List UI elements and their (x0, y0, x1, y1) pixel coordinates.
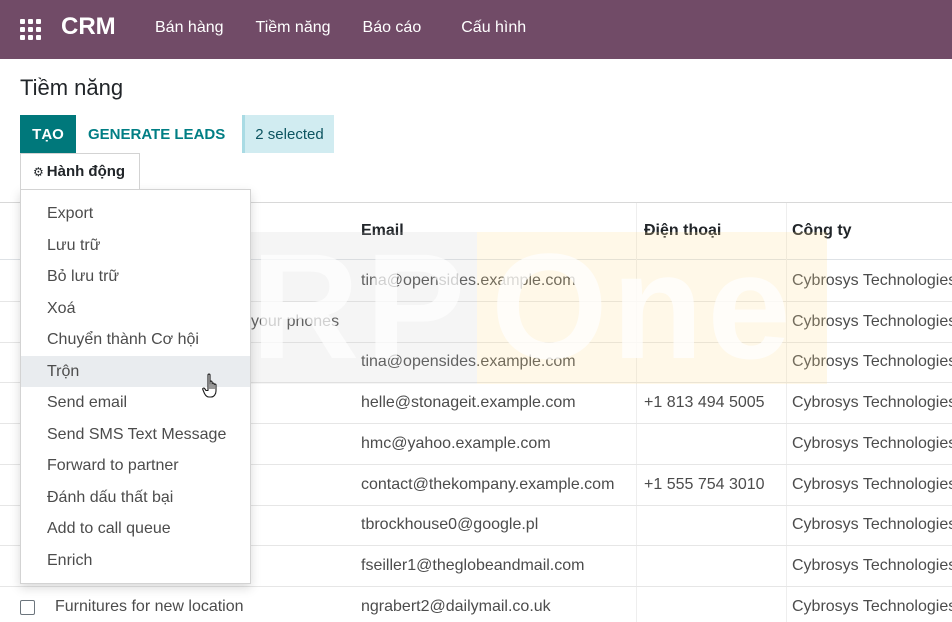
row-name: Furnitures for new location (55, 598, 244, 615)
action-dropdown-toggle[interactable]: ⚙ Hành động (20, 153, 140, 189)
row-email: ngrabert2@dailymail.co.uk (361, 598, 551, 615)
app-brand[interactable]: CRM (61, 13, 116, 41)
column-header-phone[interactable]: Điện thoại (644, 222, 721, 240)
action-label: Hành động (46, 163, 126, 180)
row-email: fseiller1@theglobeandmail.com (361, 557, 585, 574)
row-email: contact@thekompany.example.com (361, 476, 615, 493)
top-navbar: CRM Bán hàng Tiềm năng Báo cáo Cấu hình (0, 0, 952, 59)
menu-item-archive[interactable]: Lưu trữ (21, 230, 250, 262)
menu-item-send-email[interactable]: Send email (21, 387, 250, 419)
row-phone: +1 555 754 3010 (644, 476, 765, 493)
row-company: Cybrosys Technologies (792, 557, 952, 574)
nav-item-leads[interactable]: Tiềm năng (256, 19, 331, 37)
row-checkbox[interactable] (20, 600, 35, 615)
row-email: tina@opensides.example.com (361, 353, 576, 370)
row-company: Cybrosys Technologies (792, 313, 952, 330)
row-company: Cybrosys Technologies (792, 272, 952, 289)
menu-item-mark-as-lost[interactable]: Đánh dấu thất bại (21, 482, 250, 514)
apps-grid-icon[interactable] (20, 19, 41, 40)
menu-item-unarchive[interactable]: Bỏ lưu trữ (21, 261, 250, 293)
nav-item-sales[interactable]: Bán hàng (155, 19, 224, 37)
column-header-email[interactable]: Email (361, 222, 404, 240)
row-email: helle@stonageit.example.com (361, 394, 576, 411)
row-company: Cybrosys Technologies (792, 516, 952, 533)
row-company: Cybrosys Technologies (792, 353, 952, 370)
column-header-company[interactable]: Công ty (792, 222, 852, 240)
menu-item-add-to-call-queue[interactable]: Add to call queue (21, 513, 250, 545)
create-button[interactable]: TẠO (20, 115, 76, 153)
table-row[interactable]: Furnitures for new location ngrabert2@da… (0, 587, 952, 622)
nav-item-reports[interactable]: Báo cáo (363, 19, 422, 37)
row-company: Cybrosys Technologies (792, 476, 952, 493)
gear-icon: ⚙ (33, 164, 44, 179)
row-phone: +1 813 494 5005 (644, 394, 765, 411)
menu-item-enrich[interactable]: Enrich (21, 545, 250, 577)
row-company: Cybrosys Technologies (792, 598, 952, 615)
nav-item-configuration[interactable]: Cấu hình (461, 19, 526, 37)
menu-item-export[interactable]: Export (21, 198, 250, 230)
generate-leads-button[interactable]: GENERATE LEADS (88, 115, 225, 153)
menu-item-send-sms[interactable]: Send SMS Text Message (21, 419, 250, 451)
action-dropdown-menu: Export Lưu trữ Bỏ lưu trữ Xoá Chuyển thà… (20, 189, 251, 584)
page-title: Tiềm năng (20, 75, 124, 100)
row-company: Cybrosys Technologies (792, 394, 952, 411)
row-email: tbrockhouse0@google.pl (361, 516, 539, 533)
row-email: tina@opensides.example.com (361, 272, 576, 289)
menu-item-delete[interactable]: Xoá (21, 293, 250, 325)
menu-item-convert-to-opportunity[interactable]: Chuyển thành Cơ hội (21, 324, 250, 356)
nav-menu: Bán hàng Tiềm năng Báo cáo Cấu hình (155, 19, 558, 37)
row-email: hmc@yahoo.example.com (361, 435, 551, 452)
menu-item-forward-to-partner[interactable]: Forward to partner (21, 450, 250, 482)
selected-count-badge: 2 selected (242, 115, 334, 153)
row-company: Cybrosys Technologies (792, 435, 952, 452)
menu-item-merge[interactable]: Trộn (21, 355, 250, 387)
row-name: your phones (251, 313, 340, 330)
